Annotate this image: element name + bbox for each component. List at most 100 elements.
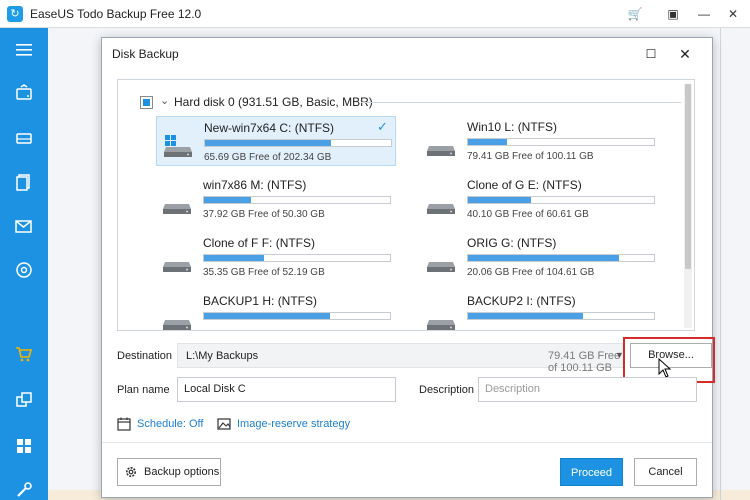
image-icon xyxy=(217,418,231,430)
partition-name: BACKUP2 I: (NTFS) xyxy=(467,294,576,308)
disk-backup-dialog: Disk Backup ☐ ✕ ⌄ Hard disk 0 (931.51 GB… xyxy=(101,37,715,498)
check-icon: ✓ xyxy=(377,119,388,134)
windows-disk-icon xyxy=(164,135,192,157)
partition-usage-fill xyxy=(468,255,619,261)
sidebar-menu-button[interactable] xyxy=(0,28,48,72)
plan-name-input[interactable]: Local Disk C xyxy=(177,377,396,402)
footer-divider xyxy=(102,442,712,443)
sidebar-item-apps[interactable] xyxy=(0,424,48,468)
sidebar-item-partition-backup[interactable] xyxy=(0,116,48,160)
partition-name: BACKUP1 H: (NTFS) xyxy=(203,294,318,308)
partition-usage-fill xyxy=(205,140,332,146)
partition-free-space: 65.69 GB Free of 202.34 GB xyxy=(204,152,332,163)
partition-name: ORIG G: (NTFS) xyxy=(467,236,557,250)
partition-item[interactable]: New-win7x64 C: (NTFS) 65.69 GB Free of 20… xyxy=(156,116,396,166)
mail-backup-icon xyxy=(15,220,32,233)
partition-item[interactable]: BACKUP1 H: (NTFS) xyxy=(156,290,396,330)
cancel-button[interactable]: Cancel xyxy=(634,458,697,486)
disk-icon xyxy=(427,262,455,272)
destination-free-space: 79.41 GB Free of 100.11 GB xyxy=(548,350,621,374)
partition-name: win7x86 M: (NTFS) xyxy=(203,178,307,192)
partition-usage-bar xyxy=(467,254,655,262)
mouse-cursor-icon xyxy=(658,358,672,378)
schedule-link[interactable]: Schedule: Off xyxy=(137,418,203,430)
apps-icon xyxy=(17,439,31,453)
minimize-button[interactable]: — xyxy=(693,4,715,24)
partition-item[interactable]: Clone of G E: (NTFS) 40.10 GB Free of 60.… xyxy=(420,174,660,224)
app-logo-icon: ↻ xyxy=(7,6,23,22)
disk-icon xyxy=(427,146,455,156)
partition-usage-fill xyxy=(468,139,508,145)
partition-name: Clone of G E: (NTFS) xyxy=(467,178,582,192)
sidebar-item-tools[interactable] xyxy=(0,468,48,500)
chevron-down-icon[interactable]: ⌄ xyxy=(160,94,169,107)
partition-usage-bar xyxy=(203,254,391,262)
partition-item[interactable]: Clone of F F: (NTFS) 35.35 GB Free of 52.… xyxy=(156,232,396,282)
gear-icon xyxy=(126,467,136,477)
partition-free-space: 35.35 GB Free of 52.19 GB xyxy=(203,267,325,278)
dialog-close-button[interactable]: ✕ xyxy=(674,44,696,64)
backup-options-button[interactable]: Backup options xyxy=(117,458,221,486)
cart-icon xyxy=(16,347,33,362)
partition-usage-fill xyxy=(204,197,251,203)
partition-name: Win10 L: (NTFS) xyxy=(467,120,558,134)
plan-name-label: Plan name xyxy=(117,384,170,396)
disk-list-scrollbar[interactable] xyxy=(684,84,692,328)
sidebar-item-disk-backup[interactable] xyxy=(0,72,48,116)
partition-free-space: 79.41 GB Free of 100.11 GB xyxy=(467,151,594,162)
partition-free-space: 20.06 GB Free of 104.61 GB xyxy=(467,267,595,278)
disk-icon xyxy=(163,262,191,272)
destination-selector[interactable]: L:\My Backups 79.41 GB Free of 100.11 GB xyxy=(177,343,625,374)
backup-options-label: Backup options xyxy=(144,466,220,478)
partition-usage-bar xyxy=(203,312,391,320)
sidebar-item-file-backup[interactable] xyxy=(0,160,48,204)
partition-item[interactable]: Win10 L: (NTFS) 79.41 GB Free of 100.11 G… xyxy=(420,116,660,166)
partition-free-space: 37.92 GB Free of 50.30 GB xyxy=(203,209,325,220)
app-divider xyxy=(720,28,721,500)
disk-icon xyxy=(427,204,455,214)
hard-disk-checkbox[interactable] xyxy=(140,96,153,109)
destination-path: L:\My Backups xyxy=(186,350,259,362)
calendar-icon xyxy=(117,417,131,431)
disk-icon xyxy=(427,320,455,330)
partition-name: Clone of F F: (NTFS) xyxy=(203,236,316,250)
partition-item[interactable]: ORIG G: (NTFS) 20.06 GB Free of 104.61 GB xyxy=(420,232,660,282)
partition-usage-fill xyxy=(468,313,584,319)
partition-usage-fill xyxy=(204,313,331,319)
dialog-maximize-button[interactable]: ☐ xyxy=(640,44,662,64)
app-close-button[interactable]: ✕ xyxy=(722,4,744,24)
destination-label: Destination xyxy=(117,350,173,362)
hard-disk-label: Hard disk 0 (931.51 GB, Basic, MBR) xyxy=(174,95,373,109)
sidebar-item-smart-backup[interactable] xyxy=(0,248,48,292)
partition-usage-fill xyxy=(468,197,532,203)
partition-usage-bar xyxy=(467,312,655,320)
disk-icon xyxy=(163,204,191,214)
image-reserve-strategy-link[interactable]: Image-reserve strategy xyxy=(237,418,350,430)
clone-icon xyxy=(16,392,32,407)
partition-usage-fill xyxy=(204,255,264,261)
partition-usage-bar xyxy=(467,196,655,204)
partition-free-space: 40.10 GB Free of 60.61 GB xyxy=(467,209,589,220)
description-input[interactable]: Description xyxy=(478,377,697,402)
partition-backup-icon xyxy=(16,133,32,144)
sidebar-item-clone[interactable] xyxy=(0,378,48,422)
tools-icon xyxy=(17,482,32,497)
description-label: Description xyxy=(419,384,475,396)
cart-icon[interactable]: 🛒 xyxy=(624,4,646,24)
menu-icon xyxy=(16,44,32,56)
disk-list-panel: ⌄ Hard disk 0 (931.51 GB, Basic, MBR) Ne… xyxy=(117,79,695,331)
scrollbar-thumb[interactable] xyxy=(685,84,691,269)
app-menu-icon[interactable]: ▣ xyxy=(662,4,684,24)
partition-usage-bar xyxy=(203,196,391,204)
app-title: EaseUS Todo Backup Free 12.0 xyxy=(30,7,202,21)
app-titlebar: ↻ EaseUS Todo Backup Free 12.0 🛒 ▣ — ✕ xyxy=(0,0,750,28)
smart-backup-icon xyxy=(16,262,32,278)
partition-item[interactable]: win7x86 M: (NTFS) 37.92 GB Free of 50.30 … xyxy=(156,174,396,224)
disk-backup-icon xyxy=(16,84,32,100)
partition-usage-bar xyxy=(204,139,392,147)
partition-item[interactable]: BACKUP2 I: (NTFS) xyxy=(420,290,660,330)
sidebar-item-store[interactable] xyxy=(0,332,48,376)
sidebar xyxy=(0,28,48,500)
proceed-button[interactable]: Proceed xyxy=(560,458,623,486)
sidebar-item-mail-backup[interactable] xyxy=(0,204,48,248)
